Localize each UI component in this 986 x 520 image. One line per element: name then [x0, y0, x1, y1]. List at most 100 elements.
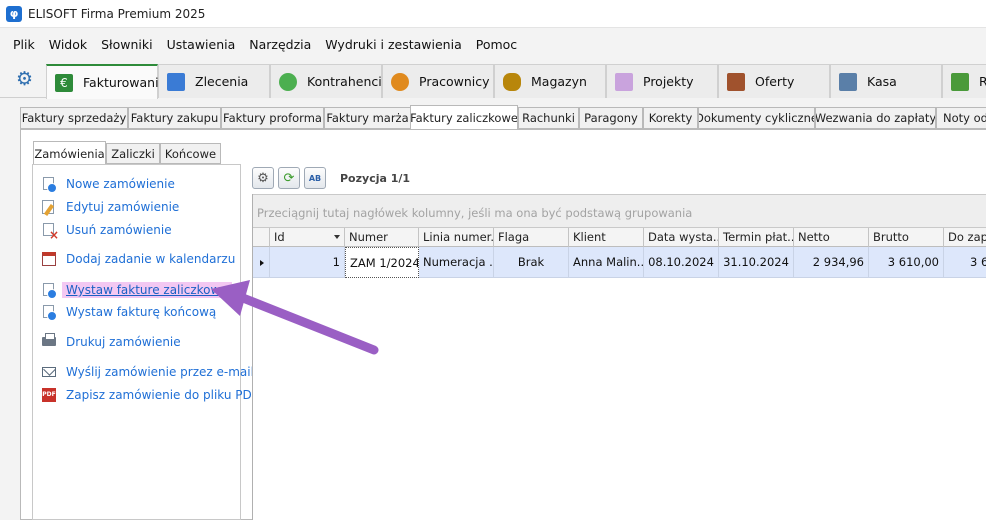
cell-data-wystawienia[interactable]: 08.10.2024 — [644, 247, 719, 278]
briefcase-icon — [727, 72, 745, 91]
tab-faktury-zaliczkowe[interactable]: Faktury zaliczkowe — [410, 105, 518, 130]
tab-koncowe[interactable]: Końcowe — [160, 143, 221, 164]
module-tab-more[interactable]: R — [942, 64, 986, 98]
cell-id[interactable]: 1 — [270, 247, 345, 278]
action-print-order[interactable]: Drukuj zamówienie — [41, 333, 181, 351]
action-add-calendar-task[interactable]: Dodaj zadanie w kalendarzu — [41, 250, 235, 268]
new-doc-icon — [41, 282, 57, 299]
people-icon — [279, 72, 297, 91]
calendar-icon — [41, 251, 57, 267]
module-tab-fakturowanie[interactable]: € Fakturowanie — [46, 64, 166, 99]
row-pointer-icon — [260, 260, 264, 266]
menu-wydruki[interactable]: Wydruki i zestawienia — [318, 37, 468, 52]
column-header-brutto[interactable]: Brutto — [869, 228, 944, 247]
orders-grid: Przeciągnij tutaj nagłówek kolumny, jeśl… — [252, 194, 986, 520]
module-tab-label: Fakturowanie — [83, 75, 167, 90]
module-tab-pracownicy[interactable]: Pracownicy — [382, 64, 494, 98]
tab-rachunki[interactable]: Rachunki — [518, 107, 579, 129]
cell-brutto[interactable]: 3 610,00 — [869, 247, 944, 278]
tab-noty-odsetkowe[interactable]: Noty odsetkowe — [936, 107, 986, 129]
group-by-hint: Przeciągnij tutaj nagłówek kolumny, jeśl… — [257, 206, 693, 220]
action-save-pdf[interactable]: PDF Zapisz zamówienie do pliku PDF — [41, 386, 259, 404]
title-bar: φ ELISOFT Firma Premium 2025 — [0, 0, 986, 28]
tab-faktury-zakupu[interactable]: Faktury zakupu — [128, 107, 221, 129]
tab-faktury-proforma[interactable]: Faktury proforma — [221, 107, 324, 129]
actions-panel: Nowe zamówienie Edytuj zamówienie Usuń z… — [32, 164, 259, 520]
grid-toolbar: ⚙ ⟳ AB Pozycja 1/1 — [252, 166, 986, 194]
cell-linia[interactable]: Numeracja ... — [419, 247, 494, 278]
tab-zaliczki[interactable]: Zaliczki — [106, 143, 160, 164]
settings-gear-icon[interactable]: ⚙ — [16, 70, 34, 89]
module-tab-label: R — [979, 74, 986, 89]
module-tab-projekty[interactable]: Projekty — [606, 64, 718, 98]
autofit-columns-button[interactable]: AB — [304, 167, 326, 189]
module-tab-label: Pracownicy — [419, 74, 490, 89]
row-indicator — [253, 247, 270, 278]
module-tab-label: Kontrahenci — [307, 74, 382, 89]
module-tabs: ⚙ € Fakturowanie Zlecenia Kontrahenci Pr… — [0, 60, 986, 99]
menu-widok[interactable]: Widok — [42, 37, 94, 52]
cell-netto[interactable]: 2 934,96 — [794, 247, 869, 278]
folders-icon — [167, 72, 185, 91]
column-header-flaga[interactable]: Flaga — [494, 228, 569, 247]
column-header-termin-platnosci[interactable]: Termin płat... — [719, 228, 794, 247]
tab-paragony[interactable]: Paragony — [579, 107, 643, 129]
column-header-data-wystawienia[interactable]: Data wysta... — [644, 228, 719, 247]
module-tab-label: Magazyn — [531, 74, 587, 89]
menu-narzedzia[interactable]: Narzędzia — [242, 37, 318, 52]
action-issue-final-invoice[interactable]: Wystaw fakturę końcową — [41, 303, 216, 321]
action-new-order[interactable]: Nowe zamówienie — [41, 175, 175, 193]
module-tab-zlecenia[interactable]: Zlecenia — [158, 64, 270, 98]
table-row[interactable]: 1 ZAM 1/2024 Numeracja ... Brak Anna Mal… — [253, 247, 986, 278]
module-tab-kasa[interactable]: Kasa — [830, 64, 942, 98]
cell-flaga[interactable]: Brak — [494, 247, 569, 278]
column-header-linia[interactable]: Linia numer... — [419, 228, 494, 247]
printer-icon — [41, 333, 57, 350]
cell-termin-platnosci[interactable]: 31.10.2024 — [719, 247, 794, 278]
document-type-tabs: Faktury sprzedaży Faktury zakupu Faktury… — [20, 105, 986, 130]
tab-faktury-marza[interactable]: Faktury marża — [324, 107, 411, 129]
delete-doc-icon — [41, 222, 59, 242]
menu-ustawienia[interactable]: Ustawienia — [160, 37, 243, 52]
group-by-area[interactable]: Przeciągnij tutaj nagłówek kolumny, jeśl… — [253, 194, 986, 228]
tab-dokumenty-cykliczne[interactable]: Dokumenty cykliczne — [698, 107, 815, 129]
column-header-numer[interactable]: Numer — [345, 228, 419, 247]
action-issue-advance-invoice[interactable]: Wystaw fakture zaliczkowa — [41, 281, 232, 299]
grid-settings-button[interactable]: ⚙ — [252, 167, 274, 189]
action-edit-order[interactable]: Edytuj zamówienie — [41, 198, 179, 216]
module-tab-oferty[interactable]: Oferty — [718, 64, 830, 98]
sort-desc-icon — [334, 235, 340, 239]
module-tab-label: Oferty — [755, 74, 795, 89]
gear-icon: ⚙ — [257, 170, 269, 186]
cell-do-zaplaty[interactable]: 3 610,00 — [944, 247, 986, 278]
workers-icon — [391, 72, 409, 91]
menu-plik[interactable]: Plik — [6, 37, 42, 52]
column-header-klient[interactable]: Klient — [569, 228, 644, 247]
column-header-netto[interactable]: Netto — [794, 228, 869, 247]
tab-korekty[interactable]: Korekty — [643, 107, 698, 129]
tab-zamowienia[interactable]: Zamówienia — [33, 141, 106, 165]
column-header-do-zaplaty[interactable]: Do zapłaty — [944, 228, 986, 247]
action-delete-order[interactable]: Usuń zamówienie — [41, 221, 172, 242]
menu-pomoc[interactable]: Pomoc — [469, 37, 524, 52]
module-tab-kontrahenci[interactable]: Kontrahenci — [270, 64, 382, 98]
ruler-icon — [615, 72, 633, 91]
money-icon — [951, 72, 969, 91]
cashbox-icon — [839, 72, 857, 91]
action-email-order[interactable]: Wyślij zamówienie przez e-mail — [41, 363, 254, 381]
tab-wezwania[interactable]: Wezwania do zapłaty — [815, 107, 936, 129]
menu-bar: Plik Widok Słowniki Ustawienia Narzędzia… — [0, 28, 986, 60]
module-tab-magazyn[interactable]: Magazyn — [494, 64, 606, 98]
cell-numer[interactable]: ZAM 1/2024 — [345, 247, 419, 278]
new-doc-icon — [41, 176, 57, 193]
euro-icon: € — [55, 73, 73, 92]
module-tab-label: Zlecenia — [195, 74, 249, 89]
refresh-button[interactable]: ⟳ — [278, 167, 300, 189]
menu-slowniki[interactable]: Słowniki — [94, 37, 159, 52]
mail-icon — [41, 364, 57, 380]
module-tab-label: Kasa — [867, 74, 897, 89]
column-header-id[interactable]: Id — [270, 228, 345, 247]
cell-klient[interactable]: Anna Malin... — [569, 247, 644, 278]
row-indicator-header — [253, 228, 270, 247]
tab-faktury-sprzedazy[interactable]: Faktury sprzedaży — [20, 107, 128, 129]
